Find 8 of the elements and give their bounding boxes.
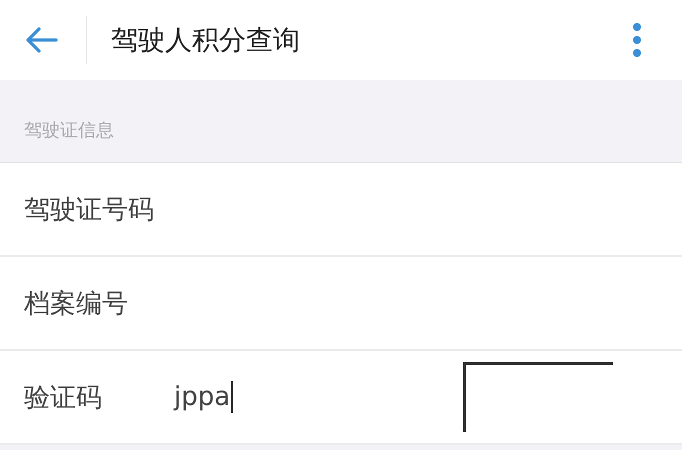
field-label: 驾驶证号码 xyxy=(24,194,155,226)
section-header: 驾驶证信息 xyxy=(24,119,114,142)
page-title: 驾驶人积分查询 xyxy=(111,24,301,58)
field-label: 验证码 xyxy=(24,382,103,414)
more-menu-button[interactable] xyxy=(632,22,642,58)
captcha-image[interactable] xyxy=(463,362,614,432)
field-label: 档案编号 xyxy=(24,288,129,320)
captcha-input[interactable]: jppa xyxy=(174,381,234,413)
